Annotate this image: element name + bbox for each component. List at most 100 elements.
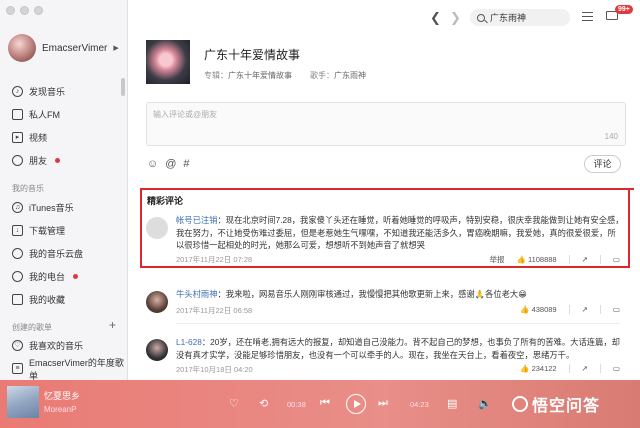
now-playing-artist[interactable]: MoreanP — [44, 405, 76, 414]
avatar[interactable] — [8, 34, 36, 62]
sidebar-item-label: 我的电台 — [29, 272, 66, 282]
divider — [568, 255, 570, 264]
like-count: 1108888 — [527, 255, 557, 264]
like-count: 234122 — [531, 364, 557, 373]
sidebar-item-liked[interactable]: ♡ 我喜欢的音乐 — [0, 334, 128, 357]
friends-icon — [12, 155, 23, 166]
sidebar-item-itunes[interactable]: ♫ iTunes音乐 — [0, 196, 128, 219]
total-time: 04:23 — [410, 400, 429, 409]
like-button[interactable]: 👍 1108888 — [517, 255, 557, 264]
comment-avatar[interactable] — [146, 217, 168, 239]
next-track-icon[interactable]: ⏭ — [378, 397, 388, 410]
reply-icon[interactable]: ▭ — [613, 255, 620, 264]
app-window: EmacserVimer ▶ ♪ 发现音乐 私人FM ▸ 视频 朋友 我的音乐 ♫ i… — [0, 0, 640, 428]
user-profile[interactable]: EmacserVimer ▶ — [8, 34, 119, 62]
sidebar-item-label: 朋友 — [29, 156, 48, 166]
minimize-window-button[interactable] — [20, 6, 29, 15]
sidebar-item-label: 视频 — [29, 133, 48, 143]
artist-label: 歌手： — [310, 71, 334, 80]
menu-icon[interactable] — [582, 12, 593, 21]
search-input[interactable]: 广东雨神 — [470, 9, 570, 26]
prev-track-icon[interactable]: ⏮ — [320, 397, 330, 410]
heart-icon[interactable]: ♡ — [229, 397, 239, 410]
like-button[interactable]: 👍 438089 — [520, 305, 556, 314]
search-value: 广东雨神 — [490, 13, 527, 23]
share-icon[interactable]: ↗ — [582, 364, 588, 373]
download-icon: ↓ — [12, 225, 23, 236]
my-music-heading: 我的音乐 — [12, 184, 44, 193]
like-button[interactable]: 👍 234122 — [520, 364, 556, 373]
created-playlists-heading: 创建的歌单 — [12, 323, 52, 332]
comment-text: 帐号已注销：现在北京时间7.28，我家傻丫头还在睡觉，听着她睡觉的呼吸声，特别安… — [176, 214, 624, 252]
emoji-icon[interactable]: ☺ — [147, 158, 158, 170]
divider — [599, 305, 601, 314]
thumbs-up-icon: 👍 — [516, 255, 526, 264]
sidebar-item-discover[interactable]: ♪ 发现音乐 — [0, 80, 128, 103]
radio-icon — [12, 109, 23, 120]
sidebar-item-radio[interactable]: 我的电台 — [0, 265, 128, 288]
username[interactable]: EmacserVimer — [42, 43, 107, 54]
comment-body: ：现在北京时间7.28，我家傻丫头还在睡觉，听着她睡觉的呼吸声，特别安稳，很庆幸… — [176, 215, 624, 250]
elapsed-time: 00:38 — [287, 400, 306, 409]
watermark-logo-icon — [512, 396, 528, 412]
repeat-icon[interactable]: ⟲ — [259, 397, 268, 410]
topbar: ❮ ❯ 广东雨神 99+ — [128, 5, 640, 28]
divider — [568, 305, 570, 314]
video-icon: ▸ — [12, 132, 23, 143]
comment-time: 2017年10月18日 04:20 — [176, 365, 253, 374]
album-info: 专辑：广东十年爱情故事 — [204, 70, 292, 81]
add-playlist-icon[interactable]: + — [109, 318, 116, 332]
sidebar-item-video[interactable]: ▸ 视频 — [0, 126, 128, 149]
comment-user[interactable]: 帐号已注销 — [176, 215, 218, 225]
report-link[interactable]: 举报 — [490, 254, 505, 265]
reply-icon[interactable]: ▭ — [613, 364, 620, 373]
comment-avatar[interactable] — [146, 339, 168, 361]
comment-actions: 举报 👍 1108888 ↗ ▭ — [490, 254, 620, 265]
sidebar-item-downloads[interactable]: ↓ 下载管理 — [0, 219, 128, 242]
song-title: 广东十年爱情故事 — [204, 48, 301, 62]
forward-icon[interactable]: ❯ — [450, 10, 461, 26]
back-icon[interactable]: ❮ — [430, 10, 441, 26]
share-icon[interactable]: ↗ — [582, 255, 588, 264]
album-cover[interactable] — [146, 40, 190, 84]
list-icon[interactable]: ▤ — [447, 397, 457, 410]
itunes-icon: ♫ — [12, 202, 23, 213]
comment-input[interactable]: 输入评论或@朋友 140 — [146, 102, 626, 146]
comment-text: L1-628：20岁，还在啃老,拥有远大的报复，却知道自己没能力。背不起自己的梦… — [176, 336, 624, 361]
sidebar-item-label: iTunes音乐 — [29, 203, 74, 213]
share-icon[interactable]: ↗ — [582, 305, 588, 314]
hashtag-icon[interactable]: # — [183, 158, 189, 170]
watermark-text: 悟空问答 — [532, 398, 601, 415]
cloud-icon — [12, 248, 23, 259]
artist-link[interactable]: 广东雨神 — [334, 71, 366, 80]
album-link[interactable]: 广东十年爱情故事 — [228, 71, 292, 80]
now-playing-title[interactable]: 忆夏思乡 — [44, 389, 80, 402]
comment-user[interactable]: 牛头村雨神 — [176, 289, 218, 299]
comment-user[interactable]: L1-628 — [176, 337, 202, 347]
comment-time: 2017年11月22日 07:28 — [176, 255, 253, 264]
char-counter: 140 — [604, 132, 618, 141]
star-icon — [12, 294, 23, 305]
sidebar-item-yearly[interactable]: ≡ EmacserVimer的年度歌单 — [0, 357, 128, 381]
like-count: 438089 — [531, 305, 557, 314]
comment-avatar[interactable] — [146, 291, 168, 313]
sidebar-item-friends[interactable]: 朋友 — [0, 149, 128, 172]
now-playing-cover[interactable] — [7, 386, 39, 418]
maximize-window-button[interactable] — [34, 6, 43, 15]
volume-icon[interactable]: 🔈 — [478, 397, 492, 410]
nav-my-music: ♫ iTunes音乐 ↓ 下载管理 我的音乐云盘 我的电台 我的收藏 — [0, 196, 128, 311]
comment-submit-button[interactable]: 评论 — [584, 155, 621, 173]
notification-dot — [73, 274, 79, 279]
sidebar-item-label: 我喜欢的音乐 — [29, 341, 84, 351]
mention-icon[interactable]: @ — [165, 158, 176, 170]
play-button[interactable] — [346, 394, 366, 414]
sidebar-item-label: EmacserVimer的年度歌单 — [29, 357, 124, 381]
caret-right-icon: ▶ — [113, 45, 119, 52]
divider — [599, 364, 601, 373]
reply-icon[interactable]: ▭ — [613, 305, 620, 314]
close-window-button[interactable] — [6, 6, 15, 15]
sidebar-item-cloud[interactable]: 我的音乐云盘 — [0, 242, 128, 265]
sidebar-item-label: 下载管理 — [29, 226, 66, 236]
sidebar-item-favorites[interactable]: 我的收藏 — [0, 288, 128, 311]
sidebar-item-fm[interactable]: 私人FM — [0, 103, 128, 126]
